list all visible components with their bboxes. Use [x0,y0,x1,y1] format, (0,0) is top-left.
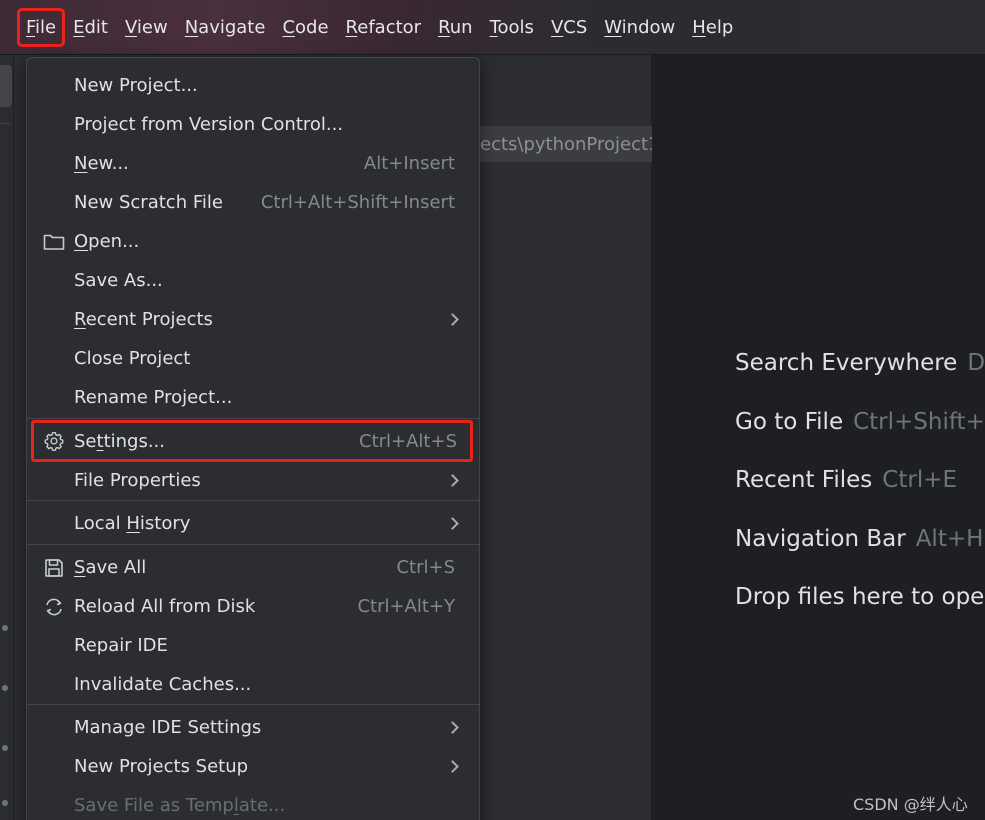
menu-item-repair-ide[interactable]: Repair IDE [27,626,479,665]
gear-icon [43,430,65,452]
menu-item-new-projects-setup[interactable]: New Projects Setup [27,747,479,786]
menu-item-close-project[interactable]: Close Project [27,339,479,378]
menu-item-reload-all[interactable]: Reload All from Disk Ctrl+Alt+Y [27,587,479,626]
file-menu-dropdown: New Project... Project from Version Cont… [26,57,480,820]
menu-code[interactable]: Code [276,11,334,44]
menu-view[interactable]: View [119,11,174,44]
chevron-right-icon [446,474,459,487]
menu-item-file-properties[interactable]: File Properties [27,461,479,500]
tool-strip-divider [0,123,10,124]
menu-item-save-file-as-template: Save File as Template... [74,795,286,816]
menu-divider [27,544,479,545]
project-path-label: ects\pythonProject1 [480,126,652,162]
menu-item-project-from-vcs[interactable]: Project from Version Control... [27,105,479,144]
hint-drop-files: Drop files here to ope [735,584,985,610]
chevron-right-icon [446,313,459,326]
menu-help[interactable]: Help [686,11,739,44]
chevron-right-icon [446,517,459,530]
menu-item-invalidate-caches[interactable]: Invalidate Caches... [27,665,479,704]
menu-item-settings[interactable]: Settings... Ctrl+Alt+S [31,420,473,462]
menu-tools[interactable]: Tools [484,11,540,44]
chevron-right-icon [446,721,459,734]
folder-icon [43,231,65,253]
save-icon [43,557,65,579]
editor-area [652,55,985,820]
menu-run[interactable]: Run [432,11,479,44]
menu-vcs[interactable]: VCS [545,11,593,44]
left-tool-strip [0,55,14,820]
menu-navigate[interactable]: Navigate [179,11,272,44]
menu-window[interactable]: Window [598,11,681,44]
menu-item-new-project[interactable]: New Project... [27,66,479,105]
menu-divider [27,500,479,501]
hint-go-to-file: Go to File Ctrl+Shift+ [735,409,985,435]
menu-edit[interactable]: Edit [67,11,114,44]
menu-item-open[interactable]: Open... [27,222,479,261]
menu-divider [27,418,479,419]
tool-strip-icon[interactable] [2,800,8,806]
menu-item-save-as[interactable]: Save As... [27,261,479,300]
menu-file[interactable]: File [16,7,66,47]
tool-strip-icon[interactable] [2,625,8,631]
menu-item-new[interactable]: New... Alt+Insert [27,144,479,183]
hint-navigation-bar: Navigation Bar Alt+H [735,526,984,552]
menu-divider [27,704,479,705]
hint-recent-files: Recent Files Ctrl+E [735,467,958,493]
tool-strip-icon[interactable] [2,745,8,751]
project-tool-button[interactable] [0,65,12,107]
main-menu-bar: File Edit View Navigate Code Refactor Ru… [0,0,985,55]
menu-item-save-all[interactable]: Save All Ctrl+S [27,548,479,587]
tool-strip-icon[interactable] [2,685,8,691]
menu-item-recent-projects[interactable]: Recent Projects [27,300,479,339]
reload-icon [43,596,65,618]
menu-item-rename-project[interactable]: Rename Project... [27,378,479,417]
menu-item-manage-ide-settings[interactable]: Manage IDE Settings [27,708,479,747]
watermark: CSDN @绊人心 [853,795,968,814]
menu-item-local-history[interactable]: Local History [27,504,479,543]
menu-refactor[interactable]: Refactor [340,11,428,44]
menu-item-new-scratch-file[interactable]: New Scratch File Ctrl+Alt+Shift+Insert [27,183,479,222]
chevron-right-icon [446,760,459,773]
hint-search-everywhere: Search EverywhereDo [735,350,985,376]
